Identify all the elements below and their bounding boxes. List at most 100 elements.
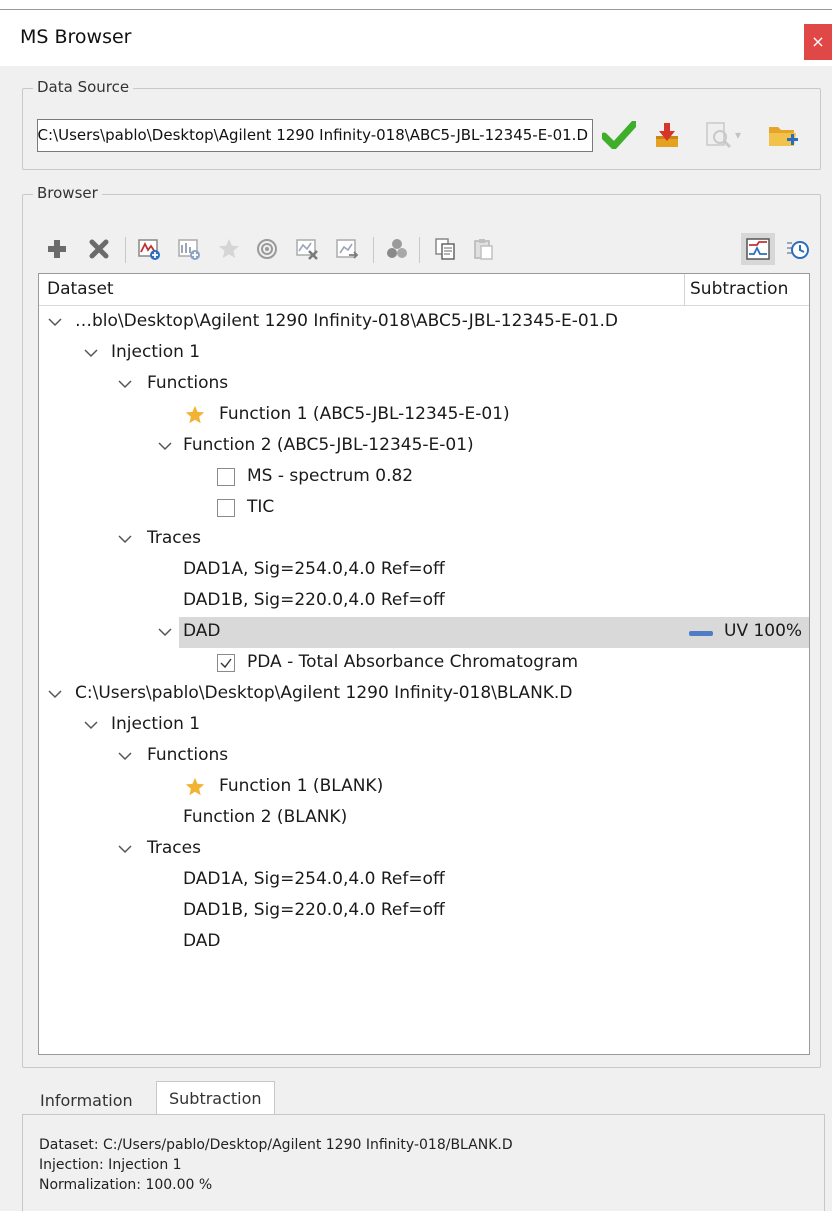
checkbox-checked[interactable]: [217, 654, 235, 672]
tree-row-label: TIC: [247, 497, 275, 517]
browser-title: Browser: [33, 184, 102, 202]
browser-group: Browser Dataset Subtraction …blo\Desktop…: [22, 184, 821, 1068]
subtraction-info-pane: Dataset: C:/Users/pablo/Desktop/Agilent …: [22, 1114, 825, 1211]
tree-row-traces[interactable]: Traces: [39, 834, 809, 865]
data-source-group: Data Source C:\Users\pablo\Desktop\Agile…: [22, 78, 821, 170]
data-source-path-value: C:\Users\pablo\Desktop\Agilent 1290 Infi…: [37, 126, 588, 144]
clear-icon[interactable]: [293, 235, 321, 263]
tree-row-dataset-blank[interactable]: C:\Users\pablo\Desktop\Agilent 1290 Infi…: [39, 679, 809, 710]
tree-row-spectrum[interactable]: MS - spectrum 0.82: [39, 462, 809, 493]
tree-row-functions[interactable]: Functions: [39, 369, 809, 400]
chevron-down-icon[interactable]: [157, 624, 173, 640]
tree-row-label: DAD1A, Sig=254.0,4.0 Ref=off: [183, 559, 445, 579]
tree-row-dataset-abc5[interactable]: …blo\Desktop\Agilent 1290 Infinity-018\A…: [39, 307, 809, 338]
close-button[interactable]: ×: [804, 24, 832, 60]
star-icon[interactable]: [215, 235, 243, 263]
tree-row-trace[interactable]: DAD1A, Sig=254.0,4.0 Ref=off: [39, 555, 809, 586]
top-strip: [0, 0, 832, 10]
chevron-down-icon[interactable]: [83, 345, 99, 361]
add-function-icon[interactable]: [175, 235, 203, 263]
tree-row-trace[interactable]: DAD: [39, 927, 809, 958]
tree-header: Dataset Subtraction: [39, 274, 809, 306]
check-icon[interactable]: [601, 117, 637, 153]
tree-row-label: PDA - Total Absorbance Chromatogram: [247, 652, 579, 672]
browser-toolbar: [41, 231, 811, 267]
chart-view-icon[interactable]: [741, 233, 775, 265]
column-header-subtraction[interactable]: Subtraction: [690, 279, 788, 299]
tree-row-injection[interactable]: Injection 1: [39, 338, 809, 369]
copy-icon[interactable]: [431, 235, 459, 263]
tab-information[interactable]: Information: [28, 1085, 145, 1116]
toolbar-separator: [125, 237, 126, 263]
tree-row-tic[interactable]: TIC: [39, 493, 809, 524]
import-icon[interactable]: [651, 117, 683, 153]
tree-row-function[interactable]: Function 2 (BLANK): [39, 803, 809, 834]
preview-icon[interactable]: ▾: [699, 117, 745, 153]
time-view-icon[interactable]: [783, 235, 811, 263]
tree-row-functions[interactable]: Functions: [39, 741, 809, 772]
tree-row-injection[interactable]: Injection 1: [39, 710, 809, 741]
star-icon: [185, 777, 205, 796]
chevron-down-icon[interactable]: [47, 686, 63, 702]
tree-row-label: MS - spectrum 0.82: [247, 466, 414, 486]
chevron-down-icon[interactable]: [157, 438, 173, 454]
ms-browser-panel: Data Source C:\Users\pablo\Desktop\Agile…: [0, 66, 832, 1211]
add-icon[interactable]: [43, 235, 71, 263]
tree-row-traces[interactable]: Traces: [39, 524, 809, 555]
chevron-down-icon[interactable]: [117, 531, 133, 547]
tree-row-trace[interactable]: DAD1A, Sig=254.0,4.0 Ref=off: [39, 865, 809, 896]
tree-row-function[interactable]: Function 2 (ABC5-JBL-12345-E-01): [39, 431, 809, 462]
subtraction-value: UV 100%: [724, 621, 803, 641]
tree-row-label: Function 2 (ABC5-JBL-12345-E-01): [183, 435, 474, 455]
paste-icon[interactable]: [469, 235, 497, 263]
tree-row-function[interactable]: Function 1 (BLANK): [39, 772, 809, 803]
data-source-title: Data Source: [33, 78, 134, 96]
tree-row-label: …blo\Desktop\Agilent 1290 Infinity-018\A…: [75, 311, 619, 331]
tree-row-label: Function 1 (ABC5-JBL-12345-E-01): [219, 404, 510, 424]
tree-row-label: Injection 1: [111, 342, 201, 362]
checkbox[interactable]: [217, 468, 235, 486]
export-icon[interactable]: [333, 235, 361, 263]
chevron-down-icon[interactable]: [47, 314, 63, 330]
tree-row-label: Functions: [147, 373, 229, 393]
chevron-down-icon[interactable]: ▾: [735, 128, 741, 142]
tree-row-label: DAD1B, Sig=220.0,4.0 Ref=off: [183, 590, 445, 610]
add-spectrum-icon[interactable]: [135, 235, 163, 263]
subtraction-indicator: [689, 631, 713, 636]
tree-row-trace[interactable]: DAD1B, Sig=220.0,4.0 Ref=off: [39, 896, 809, 927]
toolbar-separator: [419, 237, 420, 263]
selection-highlight: [179, 617, 809, 648]
data-source-path-input[interactable]: C:\Users\pablo\Desktop\Agilent 1290 Infi…: [37, 119, 593, 152]
info-dataset: Dataset: C:/Users/pablo/Desktop/Agilent …: [39, 1137, 513, 1153]
tree-row-label: DAD: [183, 621, 221, 641]
info-normalization: Normalization: 100.00 %: [39, 1177, 213, 1193]
chevron-down-icon[interactable]: [117, 748, 133, 764]
tree-row-label: DAD: [183, 931, 221, 951]
remove-icon[interactable]: [85, 235, 113, 263]
column-divider[interactable]: [684, 274, 685, 306]
tree-row-dad-selected[interactable]: DAD UV 100%: [39, 617, 809, 648]
dataset-tree[interactable]: Dataset Subtraction …blo\Desktop\Agilent…: [38, 273, 810, 1055]
toolbar-separator: [373, 237, 374, 263]
tree-row-label: Function 1 (BLANK): [219, 776, 384, 796]
title-bar: MS Browser ×: [0, 10, 832, 66]
group-icon[interactable]: [383, 235, 411, 263]
check-icon: [220, 658, 232, 669]
window-title: MS Browser: [20, 26, 132, 48]
chevron-down-icon[interactable]: [117, 376, 133, 392]
tree-row-label: DAD1B, Sig=220.0,4.0 Ref=off: [183, 900, 445, 920]
chevron-down-icon[interactable]: [117, 841, 133, 857]
tree-row-label: Traces: [147, 838, 201, 858]
tree-row-chromatogram[interactable]: PDA - Total Absorbance Chromatogram: [39, 648, 809, 679]
tab-subtraction[interactable]: Subtraction: [156, 1081, 275, 1116]
tree-row-function[interactable]: Function 1 (ABC5-JBL-12345-E-01): [39, 400, 809, 431]
bottom-tabs: Information Subtraction: [22, 1081, 821, 1116]
target-icon[interactable]: [253, 235, 281, 263]
tree-row-label: Traces: [147, 528, 201, 548]
checkbox[interactable]: [217, 499, 235, 517]
column-header-dataset[interactable]: Dataset: [47, 279, 114, 299]
tree-row-trace[interactable]: DAD1B, Sig=220.0,4.0 Ref=off: [39, 586, 809, 617]
open-folder-icon[interactable]: [765, 117, 801, 153]
chevron-down-icon[interactable]: [83, 717, 99, 733]
tree-row-label: C:\Users\pablo\Desktop\Agilent 1290 Infi…: [75, 683, 573, 703]
